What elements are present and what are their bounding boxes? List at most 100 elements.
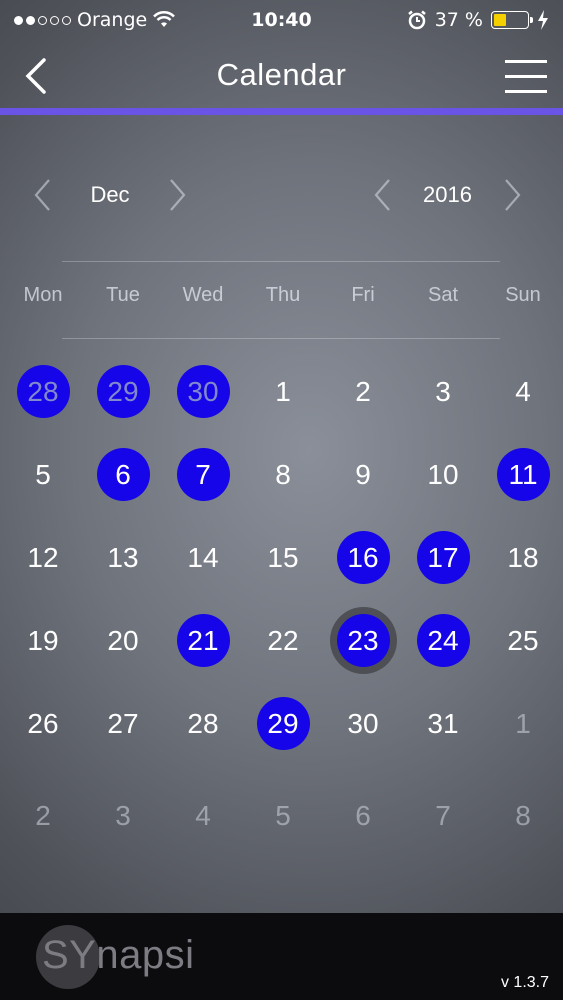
calendar-day[interactable]: 4 — [163, 774, 243, 857]
accent-line — [0, 108, 563, 115]
day-number: 20 — [107, 624, 139, 656]
calendar-day[interactable]: 30 — [323, 682, 403, 765]
calendar-day[interactable]: 1 — [243, 350, 323, 433]
day-number: 13 — [107, 541, 139, 573]
page-title: Calendar — [216, 57, 347, 92]
calendar-day[interactable]: 25 — [483, 599, 563, 682]
charging-bolt-icon — [538, 10, 548, 30]
day-number: 28 — [27, 375, 59, 407]
calendar-day[interactable]: 13 — [83, 516, 163, 599]
day-number: 26 — [27, 707, 59, 739]
day-number: 10 — [427, 458, 459, 490]
day-number: 28 — [187, 707, 219, 739]
day-number: 23 — [347, 624, 379, 656]
calendar-day[interactable]: 2 — [323, 350, 403, 433]
hamburger-menu-icon[interactable] — [505, 58, 547, 94]
day-number: 19 — [27, 624, 59, 656]
weekday-label: Wed — [182, 284, 224, 306]
week-row: 26 27 28 29 30 31 1 — [3, 682, 563, 765]
day-number: 11 — [508, 458, 538, 490]
week-row: 12 13 14 15 16 17 18 — [3, 516, 563, 599]
weekday-label: Sun — [505, 284, 541, 306]
calendar-day[interactable]: 19 — [3, 599, 83, 682]
weekday-label: Fri — [351, 284, 375, 306]
calendar-day[interactable]: 30 — [163, 350, 243, 433]
synapsi-logo: SYnapsi — [42, 933, 195, 977]
calendar-day[interactable]: 29 — [243, 682, 323, 765]
day-number: 2 — [35, 799, 51, 831]
calendar-day[interactable]: 12 — [3, 516, 83, 599]
day-number: 25 — [507, 624, 539, 656]
calendar-day[interactable]: 10 — [403, 433, 483, 516]
day-number: 17 — [427, 541, 459, 573]
calendar-day[interactable]: 8 — [483, 774, 563, 857]
day-number: 1 — [275, 375, 291, 407]
calendar-day[interactable]: 16 — [323, 516, 403, 599]
week-row: 5 6 7 8 9 10 11 — [3, 433, 563, 516]
day-number: 2 — [355, 375, 371, 407]
week-row: 2 3 4 5 6 7 8 — [3, 774, 563, 864]
calendar-day[interactable]: 15 — [243, 516, 323, 599]
calendar-day[interactable]: 4 — [483, 350, 563, 433]
day-number: 9 — [355, 458, 371, 490]
alarm-icon — [407, 10, 426, 30]
calendar-day[interactable]: 1 — [483, 682, 563, 765]
year-label: 2016 — [423, 182, 472, 207]
day-number: 7 — [435, 799, 451, 831]
weekday-label: Sat — [427, 284, 459, 306]
calendar-day-today[interactable]: 23 — [323, 599, 403, 682]
calendar-day[interactable]: 6 — [83, 433, 163, 516]
day-number: 6 — [355, 799, 371, 831]
calendar-day[interactable]: 29 — [83, 350, 163, 433]
calendar-day[interactable]: 17 — [403, 516, 483, 599]
month-label: Dec — [90, 182, 130, 207]
calendar-day[interactable]: 27 — [83, 682, 163, 765]
calendar-day[interactable]: 7 — [403, 774, 483, 857]
day-number: 6 — [115, 458, 131, 490]
day-number: 15 — [267, 541, 299, 573]
prev-year-icon[interactable] — [370, 177, 394, 213]
day-number: 27 — [107, 707, 139, 739]
calendar-day[interactable]: 26 — [3, 682, 83, 765]
calendar-day[interactable]: 3 — [83, 774, 163, 857]
day-number: 30 — [187, 375, 219, 407]
day-number: 29 — [107, 375, 139, 407]
calendar-day[interactable]: 8 — [243, 433, 323, 516]
weekday-label: Thu — [265, 284, 301, 306]
day-number: 16 — [347, 541, 379, 573]
calendar-day[interactable]: 31 — [403, 682, 483, 765]
day-number: 4 — [515, 375, 531, 407]
calendar-day[interactable]: 20 — [83, 599, 163, 682]
calendar-day[interactable]: 14 — [163, 516, 243, 599]
calendar-day[interactable]: 18 — [483, 516, 563, 599]
status-right: 37 % — [407, 9, 549, 31]
back-chevron-icon[interactable] — [20, 56, 50, 96]
calendar-day[interactable]: 24 — [403, 599, 483, 682]
next-year-icon[interactable] — [501, 177, 525, 213]
calendar-day[interactable]: 22 — [243, 599, 323, 682]
day-number: 21 — [187, 624, 219, 656]
year-selector: 2016 — [370, 170, 525, 220]
calendar-day[interactable]: 2 — [3, 774, 83, 857]
calendar-day[interactable]: 6 — [323, 774, 403, 857]
day-number: 22 — [267, 624, 299, 656]
carrier-label: Orange — [77, 9, 148, 31]
day-number: 31 — [427, 707, 459, 739]
day-number: 14 — [187, 541, 219, 573]
calendar-day[interactable]: 5 — [3, 433, 83, 516]
calendar-day[interactable]: 21 — [163, 599, 243, 682]
status-left: Orange — [14, 9, 176, 31]
next-month-icon[interactable] — [166, 177, 190, 213]
calendar-day[interactable]: 5 — [243, 774, 323, 857]
prev-month-icon[interactable] — [30, 177, 54, 213]
calendar-day[interactable]: 9 — [323, 433, 403, 516]
wifi-icon — [153, 11, 176, 27]
calendar-day[interactable]: 3 — [403, 350, 483, 433]
calendar-day[interactable]: 28 — [3, 350, 83, 433]
calendar-day[interactable]: 28 — [163, 682, 243, 765]
week-row: 28 29 30 1 2 3 4 — [3, 350, 563, 433]
divider-bottom — [62, 338, 500, 339]
nav-bar: Calendar — [0, 40, 563, 110]
calendar-day[interactable]: 7 — [163, 433, 243, 516]
calendar-day[interactable]: 11 — [483, 433, 563, 516]
